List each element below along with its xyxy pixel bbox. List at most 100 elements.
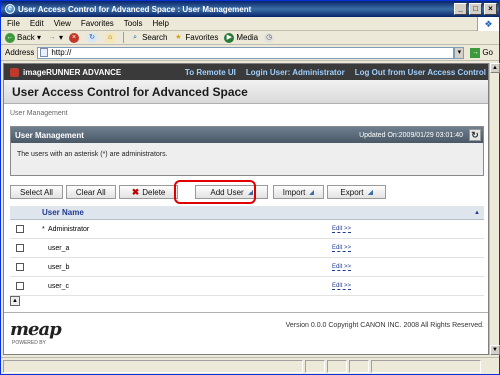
toolbar-separator <box>123 32 125 43</box>
go-arrow-icon: → <box>470 47 481 58</box>
address-input[interactable]: http:// <box>37 46 455 59</box>
menu-bar: File Edit View Favorites Tools Help ❖ <box>1 16 499 31</box>
browser-window: e User Access Control for Advanced Space… <box>0 0 500 375</box>
status-pane <box>349 359 369 373</box>
history-icon: ◷ <box>264 32 275 43</box>
page-top-icon[interactable]: ▲ <box>10 296 20 306</box>
table-row: user_a Edit >> <box>10 239 484 258</box>
row-checkbox[interactable] <box>16 282 24 290</box>
home-button[interactable]: ⌂ <box>105 32 117 43</box>
media-button[interactable]: ▶ Media <box>224 32 258 43</box>
admin-note: The users with an asterisk (*) are admin… <box>17 151 168 158</box>
user-name-cell: user_b <box>48 263 70 271</box>
refresh-page-button[interactable]: ↻ <box>87 32 99 43</box>
forward-arrow-icon: → <box>48 33 56 41</box>
add-user-highlight <box>174 180 256 204</box>
close-button[interactable]: × <box>484 3 497 15</box>
user-management-panel: User Management Updated On:2009/01/29 03… <box>10 126 484 176</box>
status-pane <box>371 359 481 373</box>
copyright-text: Version 0.0.0 Copyright CANON INC. 2008 … <box>285 322 484 329</box>
meap-logo-subtitle: POWERED BY <box>12 340 46 346</box>
back-dropdown-icon[interactable]: ▾ <box>35 33 41 42</box>
edit-link[interactable]: Edit >> <box>332 264 352 271</box>
panel-heading: User Management <box>15 130 84 140</box>
scroll-down-icon[interactable]: ▼ <box>490 345 500 355</box>
page-title: User Access Control for Advanced Space <box>4 80 488 104</box>
window-titlebar[interactable]: e User Access Control for Advanced Space… <box>1 1 499 17</box>
delete-button[interactable]: ✖ Delete <box>118 185 179 199</box>
address-dropdown-icon[interactable]: ▾ <box>454 46 465 59</box>
stop-icon: × <box>69 32 80 43</box>
corner-arrow-icon <box>309 189 315 195</box>
user-name-cell: * Administrator <box>42 225 90 233</box>
status-pane <box>3 359 303 373</box>
footer-divider <box>4 312 488 313</box>
user-table: User Name ▲ * Administrator Edit >> user_… <box>10 206 484 296</box>
refresh-icon[interactable]: ↻ <box>469 129 481 141</box>
forward-button[interactable]: → ▾ <box>47 33 64 43</box>
export-button[interactable]: Export <box>327 185 386 199</box>
status-pane <box>327 359 347 373</box>
media-icon: ▶ <box>224 32 235 43</box>
canon-logo-icon <box>10 67 19 77</box>
home-icon: ⌂ <box>105 32 116 43</box>
stop-button[interactable]: × <box>69 32 81 43</box>
brand-bar: imageRUNNER ADVANCE To Remote UI Login U… <box>4 64 488 80</box>
user-name-cell: user_a <box>48 244 70 252</box>
meap-logo: meap <box>10 319 62 340</box>
logout-link[interactable]: Log Out from User Access Control <box>355 68 486 77</box>
refresh-icon: ↻ <box>87 32 98 43</box>
star-icon: ★ <box>175 33 182 41</box>
menu-edit[interactable]: Edit <box>30 19 44 28</box>
address-label: Address <box>5 48 35 57</box>
scroll-up-icon[interactable]: ▲ <box>490 63 500 73</box>
search-icon: ⌕ <box>133 33 138 41</box>
clear-all-button[interactable]: Clear All <box>65 185 116 199</box>
address-value: http:// <box>51 48 72 57</box>
row-checkbox[interactable] <box>16 225 24 233</box>
page-content: imageRUNNER ADVANCE To Remote UI Login U… <box>3 63 489 355</box>
row-checkbox[interactable] <box>16 244 24 252</box>
menu-favorites[interactable]: Favorites <box>81 19 114 28</box>
updated-timestamp: Updated On:2009/01/29 03:01:40 <box>359 131 463 139</box>
table-row: * Administrator Edit >> <box>10 220 484 239</box>
delete-x-icon: ✖ <box>131 186 140 197</box>
corner-arrow-icon <box>367 189 373 195</box>
user-name-cell: user_c <box>48 282 70 290</box>
maximize-button[interactable]: □ <box>469 3 482 15</box>
sort-icon[interactable]: ▲ <box>474 210 480 216</box>
menu-tools[interactable]: Tools <box>124 19 143 28</box>
import-button[interactable]: Import <box>272 185 325 199</box>
vertical-scrollbar[interactable]: ▲ ▼ <box>489 63 500 355</box>
go-button[interactable]: → Go <box>470 47 493 58</box>
table-header: User Name ▲ <box>10 206 484 220</box>
menu-file[interactable]: File <box>7 19 20 28</box>
favorites-button[interactable]: ★ Favorites <box>173 33 218 43</box>
back-button[interactable]: ← Back ▾ <box>5 32 41 43</box>
page-icon <box>40 48 49 57</box>
windows-logo-icon: ❖ <box>477 16 499 31</box>
menu-view[interactable]: View <box>54 19 71 28</box>
table-row: user_c Edit >> <box>10 277 484 296</box>
brand-name: imageRUNNER ADVANCE <box>23 67 122 77</box>
table-row: user_b Edit >> <box>10 258 484 277</box>
panel-header: User Management Updated On:2009/01/29 03… <box>11 127 483 143</box>
edit-link[interactable]: Edit >> <box>332 283 352 290</box>
status-pane <box>305 359 325 373</box>
select-all-button[interactable]: Select All <box>10 185 63 199</box>
browser-toolbar: ← Back ▾ → ▾ × ↻ ⌂ ⌕ Search ★ Favorites ▶… <box>1 31 499 45</box>
login-user-label: Login User: Administrator <box>245 67 345 77</box>
search-button[interactable]: ⌕ Search <box>130 33 167 43</box>
minimize-button[interactable]: _ <box>454 3 467 15</box>
history-button[interactable]: ◷ <box>264 32 276 43</box>
edit-link[interactable]: Edit >> <box>332 226 352 233</box>
to-remote-ui-link[interactable]: To Remote UI <box>185 68 236 77</box>
breadcrumb: User Management <box>10 110 68 117</box>
window-title: User Access Control for Advanced Space :… <box>18 4 252 14</box>
user-name-column-header[interactable]: User Name <box>42 208 84 217</box>
ie-icon: e <box>5 4 15 14</box>
row-checkbox[interactable] <box>16 263 24 271</box>
back-arrow-icon: ← <box>5 32 15 43</box>
edit-link[interactable]: Edit >> <box>332 245 352 252</box>
menu-help[interactable]: Help <box>152 19 168 28</box>
